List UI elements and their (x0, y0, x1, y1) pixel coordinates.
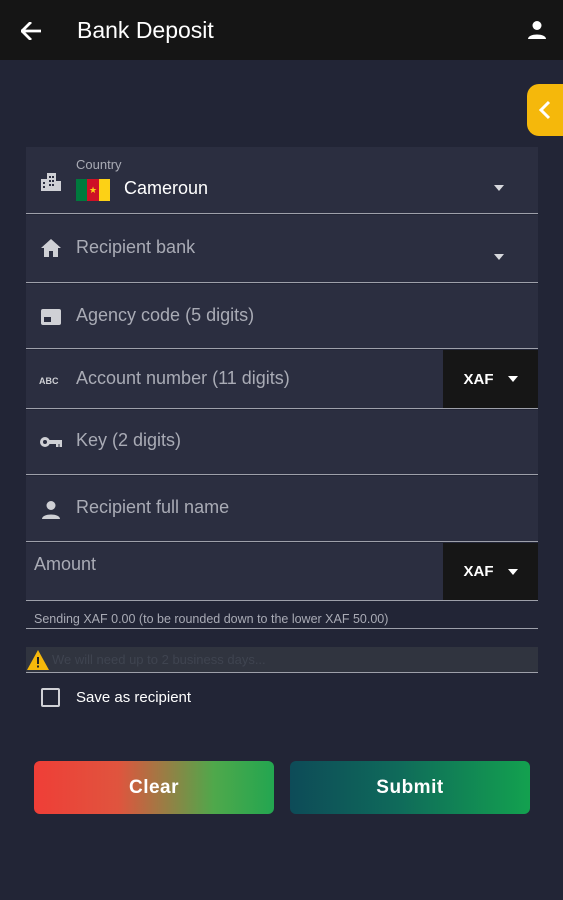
page-title: Bank Deposit (77, 17, 214, 43)
save-recipient-checkbox[interactable] (41, 688, 60, 707)
svg-text:ABC: ABC (39, 376, 59, 386)
chevron-down-icon (494, 254, 504, 260)
key-field[interactable]: Key (2 digits) (26, 410, 538, 475)
chevron-down-icon (494, 185, 504, 191)
recipient-name-placeholder: Recipient full name (76, 497, 230, 517)
country-select[interactable]: Country ★ Cameroun (26, 147, 538, 214)
amount-currency-select[interactable]: XAF (443, 543, 538, 600)
recipient-bank-placeholder: Recipient bank (76, 237, 196, 257)
sending-note: Sending XAF 0.00 (to be rounded down to … (26, 612, 538, 629)
account-number-field[interactable]: ABC Account number (11 digits) XAF (26, 350, 538, 409)
top-app-bar: Bank Deposit (0, 0, 563, 60)
save-as-recipient[interactable]: Save as recipient (41, 688, 191, 707)
agency-code-field[interactable]: Agency code (5 digits) (26, 284, 538, 349)
chevron-down-icon (507, 568, 518, 575)
person-icon (38, 497, 64, 523)
currency-label: XAF (463, 370, 494, 388)
recipient-name-field[interactable]: Recipient full name (26, 476, 538, 542)
amount-placeholder: Amount (34, 554, 97, 574)
profile-button[interactable] (525, 18, 549, 42)
warning-banner: We will need up to 2 business days... (26, 647, 538, 673)
amount-field[interactable]: Amount XAF (26, 543, 538, 601)
key-icon (38, 429, 64, 455)
person-icon (528, 21, 546, 39)
account-number-placeholder: Account number (11 digits) (76, 368, 290, 388)
back-button[interactable] (18, 18, 44, 44)
city-icon (38, 168, 64, 194)
recipient-bank-select[interactable]: Recipient bank (26, 215, 538, 283)
warning-text: We will need up to 2 business days... (52, 652, 266, 667)
country-value: Cameroun (124, 178, 209, 198)
save-recipient-label: Save as recipient (76, 689, 192, 706)
key-placeholder: Key (2 digits) (76, 430, 182, 450)
submit-button[interactable]: Submit (290, 761, 530, 814)
agency-code-placeholder: Agency code (5 digits) (76, 305, 255, 325)
account-currency-select[interactable]: XAF (443, 350, 538, 408)
card-icon (38, 304, 64, 330)
chevron-down-icon (507, 376, 518, 382)
arrow-left-icon (21, 22, 41, 40)
currency-label: XAF (463, 563, 494, 580)
clear-button[interactable]: Clear (34, 761, 274, 814)
warning-icon (27, 649, 49, 670)
country-label: Country (76, 157, 122, 172)
bank-icon (38, 235, 64, 261)
abc-icon: ABC (38, 367, 64, 393)
drawer-toggle[interactable] (527, 84, 563, 136)
chevron-left-icon (538, 100, 551, 120)
cameroon-flag-icon: ★ (76, 179, 110, 201)
